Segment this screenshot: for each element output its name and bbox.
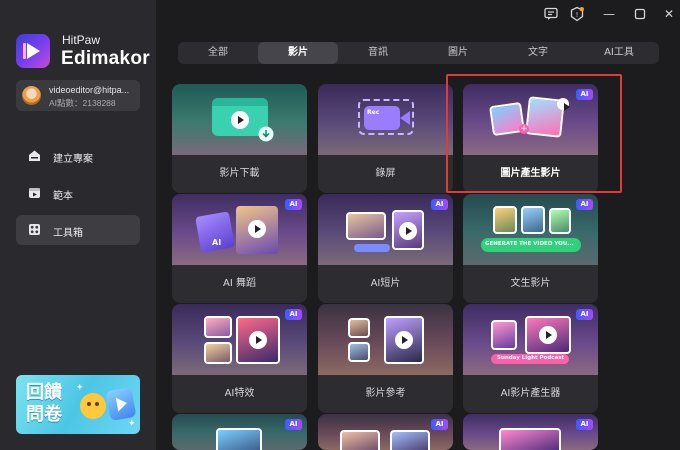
tool-card-ai-video-generator[interactable]: Sunday Light Podcast AI AI影片產生器 [463, 304, 598, 413]
toolbox-icon [29, 224, 40, 235]
tab-text[interactable]: 文字 [498, 42, 578, 64]
tool-card-ai-effects[interactable]: AI AI特效 [172, 304, 307, 413]
card-label: AI特效 [224, 388, 255, 399]
play-icon [395, 331, 413, 349]
tab-ai-tools[interactable]: AI工具 [579, 42, 659, 64]
tab-image[interactable]: 圖片 [418, 42, 498, 64]
card-thumbnail: AI [172, 414, 307, 450]
tool-card-ai-dance[interactable]: AI AI AI 舞蹈 [172, 194, 307, 303]
play-icon [399, 222, 417, 240]
nav-label: 工具箱 [53, 228, 83, 239]
category-tabs: 全部 影片 音訊 圖片 文字 AI工具 [178, 42, 659, 64]
card-label: AI影片產生器 [500, 388, 561, 399]
tool-card-video-reference[interactable]: 影片參考 [318, 304, 453, 413]
play-icon [231, 111, 249, 129]
card-label: 錄屏 [375, 168, 396, 179]
nav-templates[interactable]: 範本 [16, 178, 140, 208]
tool-card-screen-record[interactable]: Rec 錄屏 [318, 84, 453, 193]
card-thumbnail: Rec [318, 84, 453, 155]
nav-new-project[interactable]: 建立專案 [16, 141, 140, 171]
new-project-icon [29, 150, 40, 161]
selection-highlight [446, 74, 622, 193]
nav-label: 建立專案 [53, 154, 93, 165]
app-logo-icon [16, 34, 50, 68]
card-thumbnail: Sunday Light Podcast AI [463, 304, 598, 375]
sparkle-icon: ✦ [128, 419, 136, 429]
play-cube-icon [105, 386, 137, 422]
download-icon [258, 126, 274, 142]
user-account-card[interactable]: videoeditor@hitpa... AI點數：2138288 [16, 80, 140, 111]
ai-points: AI點數：2138288 [49, 98, 116, 108]
tab-audio[interactable]: 音訊 [338, 42, 418, 64]
minimize-icon[interactable]: — [601, 6, 617, 22]
card-label: AI 舞蹈 [223, 278, 256, 289]
close-icon[interactable]: ✕ [661, 6, 677, 22]
sparkle-icon: ✦ [76, 383, 84, 393]
prompt-text: GENERATE THE VIDEO YOU... [485, 241, 574, 247]
svg-text:!: ! [576, 11, 579, 19]
feedback-survey-banner[interactable]: 回饋問卷 ✦ ✦ [16, 375, 140, 434]
card-label: 文生影片 [510, 278, 551, 289]
ai-badge: AI [285, 419, 302, 430]
play-icon [539, 326, 557, 344]
tool-card-video-download[interactable]: 影片下載 [172, 84, 307, 193]
sidebar: HitPaw Edimakor videoeditor@hitpa... AI點… [0, 0, 156, 450]
ai-badge: AI [285, 199, 302, 210]
feedback-icon[interactable] [543, 6, 559, 22]
card-thumbnail: AI [318, 414, 453, 450]
camera-icon [400, 111, 410, 125]
ai-badge: AI [576, 199, 593, 210]
survey-text: 回饋問卷 [26, 382, 62, 425]
heart-eyes-emoji-icon [80, 393, 106, 419]
play-icon [249, 331, 267, 349]
card-thumbnail: AI [318, 194, 453, 265]
ai-badge: AI [576, 309, 593, 320]
ai-badge: AI [576, 419, 593, 430]
brand-company: HitPaw [62, 33, 101, 47]
ai-badge: AI [431, 199, 448, 210]
rec-text: Rec [367, 109, 380, 116]
tool-card-text-to-video[interactable]: GENERATE THE VIDEO YOU... AI 文生影片 [463, 194, 598, 303]
user-email: videoeditor@hitpa... [49, 85, 130, 95]
tool-card-row4-1[interactable]: AI [172, 414, 307, 450]
template-icon [29, 188, 40, 198]
card-thumbnail: AI [463, 414, 598, 450]
card-thumbnail [318, 304, 453, 375]
card-label: AI短片 [370, 278, 401, 289]
maximize-icon[interactable] [632, 6, 648, 22]
card-label: 影片參考 [365, 388, 406, 399]
card-label: 影片下載 [219, 168, 260, 179]
tool-card-ai-shorts[interactable]: AI AI短片 [318, 194, 453, 303]
podcast-text: Sunday Light Podcast [497, 355, 565, 361]
ai-badge: AI [431, 419, 448, 430]
tab-video[interactable]: 影片 [258, 42, 338, 64]
nav-toolbox[interactable]: 工具箱 [16, 215, 140, 245]
play-icon [248, 220, 266, 238]
tool-card-row4-3[interactable]: AI [463, 414, 598, 450]
brand-name: Edimakor [61, 48, 150, 69]
card-thumbnail: AI [172, 304, 307, 375]
notification-icon[interactable]: ! [569, 6, 585, 22]
tab-all[interactable]: 全部 [178, 42, 258, 64]
title-bar: ! — ✕ [156, 0, 680, 30]
ai-badge: AI [285, 309, 302, 320]
card-thumbnail: GENERATE THE VIDEO YOU... AI [463, 194, 598, 265]
nav-label: 範本 [53, 191, 73, 202]
card-thumbnail [172, 84, 307, 155]
tool-card-row4-2[interactable]: AI [318, 414, 453, 450]
card-thumbnail: AI AI [172, 194, 307, 265]
avatar [22, 86, 41, 105]
